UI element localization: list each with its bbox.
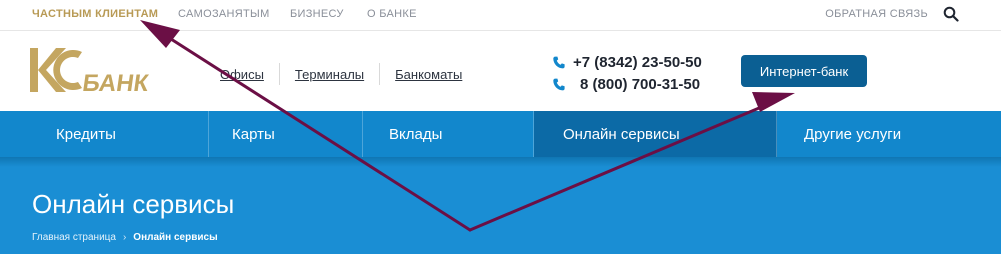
- main-nav: Кредиты Карты Вклады Онлайн сервисы Друг…: [0, 111, 1001, 157]
- page-title: Онлайн сервисы: [32, 189, 235, 219]
- offices-link[interactable]: Офисы: [220, 67, 279, 82]
- nav-item-label: Онлайн сервисы: [563, 125, 680, 143]
- breadcrumb-current: Онлайн сервисы: [133, 232, 218, 243]
- phone-number-local[interactable]: +7 (8342) 23-50-50: [573, 54, 702, 71]
- nav-item-cards[interactable]: Карты: [209, 111, 363, 157]
- phone-line[interactable]: 8 (800) 700-31-50: [553, 73, 702, 95]
- nav-item-online-services[interactable]: Онлайн сервисы: [534, 111, 777, 157]
- top-bar: ЧАСТНЫМ КЛИЕНТАМ САМОЗАНЯТЫМ БИЗНЕСУ О Б…: [0, 0, 1001, 31]
- nav-item-deposits[interactable]: Вклады: [363, 111, 534, 157]
- phone-block: +7 (8342) 23-50-50 8 (800) 700-31-50: [553, 51, 702, 95]
- search-icon[interactable]: [943, 6, 959, 22]
- phone-icon: [553, 56, 565, 68]
- nav-item-label: Кредиты: [56, 125, 116, 143]
- phone-line[interactable]: +7 (8342) 23-50-50: [553, 51, 702, 73]
- top-nav-business[interactable]: БИЗНЕСУ: [290, 8, 344, 20]
- terminals-link[interactable]: Терминалы: [280, 67, 379, 82]
- internet-bank-button[interactable]: Интернет-банк: [741, 55, 867, 87]
- bank-logo[interactable]: БАНК: [30, 46, 162, 97]
- svg-text:БАНК: БАНК: [81, 70, 151, 96]
- header-links: Офисы Терминалы Банкоматы: [220, 63, 477, 85]
- hero-shadow: [0, 157, 1001, 167]
- top-nav-self-employed[interactable]: САМОЗАНЯТЫМ: [178, 8, 270, 20]
- feedback-link[interactable]: ОБРАТНАЯ СВЯЗЬ: [825, 8, 928, 20]
- nav-item-credits[interactable]: Кредиты: [0, 111, 209, 157]
- chevron-right-icon: ›: [122, 232, 127, 243]
- nav-item-label: Карты: [232, 125, 275, 143]
- header: БАНК Офисы Терминалы Банкоматы +7 (8342)…: [0, 31, 1001, 111]
- page-hero: Онлайн сервисы Главная страница › Онлайн…: [0, 157, 1001, 254]
- phone-icon: [553, 78, 565, 90]
- atms-link[interactable]: Банкоматы: [380, 67, 477, 82]
- nav-item-label: Другие услуги: [804, 125, 902, 143]
- breadcrumb: Главная страница › Онлайн сервисы: [32, 232, 218, 243]
- breadcrumb-home[interactable]: Главная страница: [32, 232, 116, 243]
- nav-item-label: Вклады: [389, 125, 443, 143]
- phone-number-tollfree[interactable]: 8 (800) 700-31-50: [580, 76, 700, 93]
- nav-item-other-services[interactable]: Другие услуги: [777, 111, 1001, 157]
- top-nav-about-bank[interactable]: О БАНКЕ: [367, 8, 417, 20]
- top-nav-private-clients[interactable]: ЧАСТНЫМ КЛИЕНТАМ: [32, 8, 158, 20]
